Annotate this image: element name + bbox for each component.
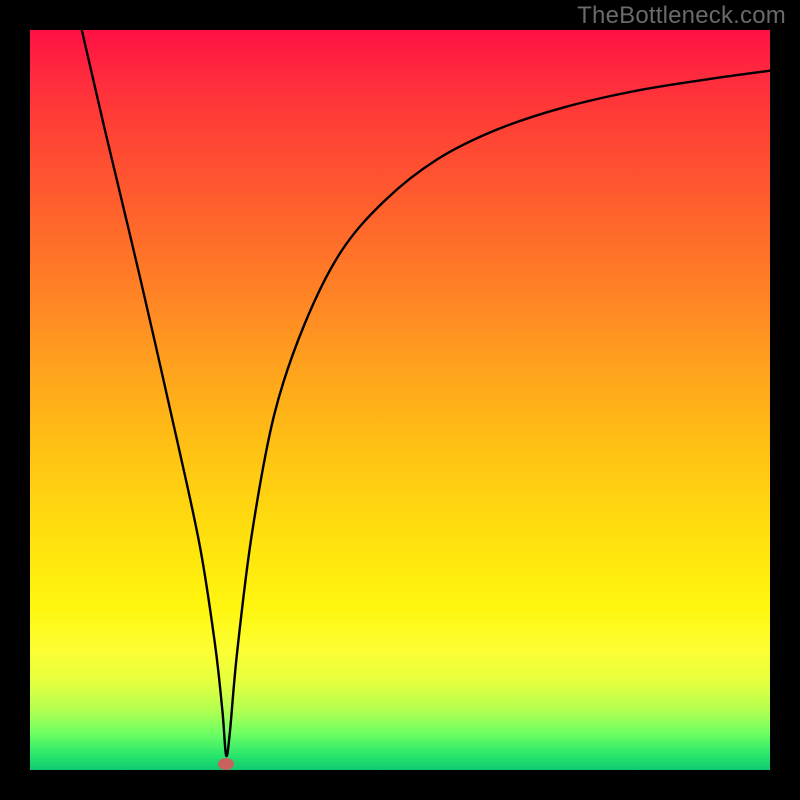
watermark-text: TheBottleneck.com [577, 2, 786, 30]
curve-path [82, 30, 770, 756]
chart-frame: TheBottleneck.com [0, 0, 800, 800]
plot-area [30, 30, 770, 770]
minimum-marker [218, 758, 234, 770]
curve-svg [30, 30, 770, 770]
